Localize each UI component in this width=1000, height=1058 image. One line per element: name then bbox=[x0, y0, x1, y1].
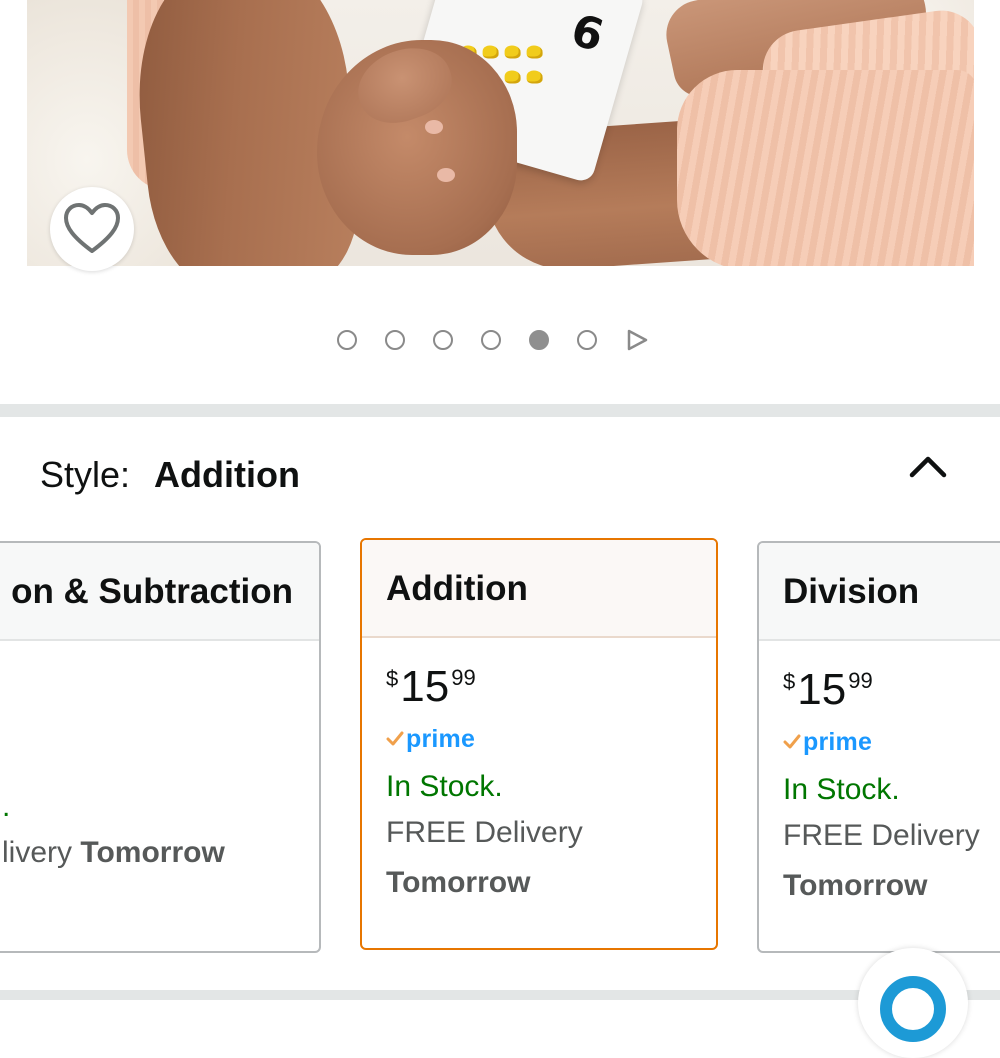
option-details: $ 15 99 prime In Stock. FREE Delivery To… bbox=[362, 638, 716, 908]
delivery-text: FREE Delivery bbox=[386, 816, 583, 849]
style-label: Style: bbox=[40, 454, 131, 495]
prime-check-icon bbox=[386, 731, 404, 746]
carousel-dot[interactable] bbox=[433, 330, 453, 350]
stock-status: In Stock. bbox=[386, 770, 503, 803]
prime-label: prime bbox=[406, 724, 476, 753]
carousel-pagination bbox=[337, 327, 649, 353]
style-selector-header: Style: Addition bbox=[40, 450, 300, 500]
duck-icon bbox=[504, 70, 521, 84]
carousel-dot[interactable] bbox=[577, 330, 597, 350]
style-option-division[interactable]: Division $ 15 99 prime In Stock. FREE De… bbox=[757, 541, 1000, 953]
fingernail bbox=[437, 168, 455, 182]
collapse-button[interactable] bbox=[905, 446, 951, 486]
delivery-day: Tomorrow bbox=[80, 836, 225, 869]
duck-icon bbox=[526, 45, 543, 59]
stock-status: In Stock. bbox=[783, 773, 900, 806]
carousel-dot-active[interactable] bbox=[529, 330, 549, 350]
fingernail bbox=[425, 120, 443, 134]
prime-label: prime bbox=[803, 727, 873, 756]
option-title: Division bbox=[759, 543, 1000, 641]
heart-outline-icon bbox=[64, 203, 120, 253]
option-stock-partial: . bbox=[2, 790, 11, 823]
duck-icon bbox=[482, 45, 499, 59]
assistant-button[interactable] bbox=[858, 948, 968, 1058]
style-option-addition-subtraction[interactable]: on & Subtraction bbox=[0, 541, 321, 953]
duck-icon bbox=[504, 45, 521, 59]
section-divider bbox=[0, 404, 1000, 417]
chevron-up-icon bbox=[909, 456, 947, 478]
product-image[interactable]: 9 bbox=[27, 0, 974, 266]
price-whole: 15 bbox=[400, 662, 450, 711]
style-selected-value: Addition bbox=[154, 454, 300, 495]
price-fraction: 99 bbox=[451, 665, 476, 690]
option-title: on & Subtraction bbox=[0, 543, 319, 641]
prime-check-icon bbox=[783, 734, 801, 749]
prime-badge: prime bbox=[386, 722, 716, 756]
section-divider-bottom bbox=[0, 990, 1000, 1000]
option-delivery-partial: livery Tomorrow bbox=[2, 832, 225, 874]
delivery-text-partial: livery bbox=[2, 836, 81, 869]
wishlist-button[interactable] bbox=[50, 187, 134, 271]
alexa-ring-icon bbox=[880, 976, 946, 1042]
style-option-addition[interactable]: Addition $ 15 99 prime In Stock. FREE De… bbox=[360, 538, 718, 950]
price: $ 15 99 bbox=[386, 662, 716, 718]
prime-badge: prime bbox=[783, 725, 1000, 759]
duck-icon bbox=[526, 70, 543, 84]
price: $ 15 99 bbox=[783, 665, 1000, 721]
carousel-dot[interactable] bbox=[337, 330, 357, 350]
price-symbol: $ bbox=[386, 666, 399, 691]
option-details: $ 15 99 prime In Stock. FREE Delivery To… bbox=[759, 641, 1000, 911]
delivery-text: FREE Delivery bbox=[783, 819, 980, 852]
sleeve-right bbox=[677, 70, 974, 266]
flash-card-number: 9 bbox=[566, 1, 610, 60]
carousel-dot[interactable] bbox=[481, 330, 501, 350]
price-fraction: 99 bbox=[848, 668, 873, 693]
carousel-dot[interactable] bbox=[385, 330, 405, 350]
play-triangle-icon[interactable] bbox=[625, 328, 649, 352]
delivery-day: Tomorrow bbox=[386, 866, 531, 899]
price-symbol: $ bbox=[783, 669, 796, 694]
delivery-day: Tomorrow bbox=[783, 869, 928, 902]
option-title: Addition bbox=[362, 540, 716, 638]
price-whole: 15 bbox=[797, 665, 847, 714]
